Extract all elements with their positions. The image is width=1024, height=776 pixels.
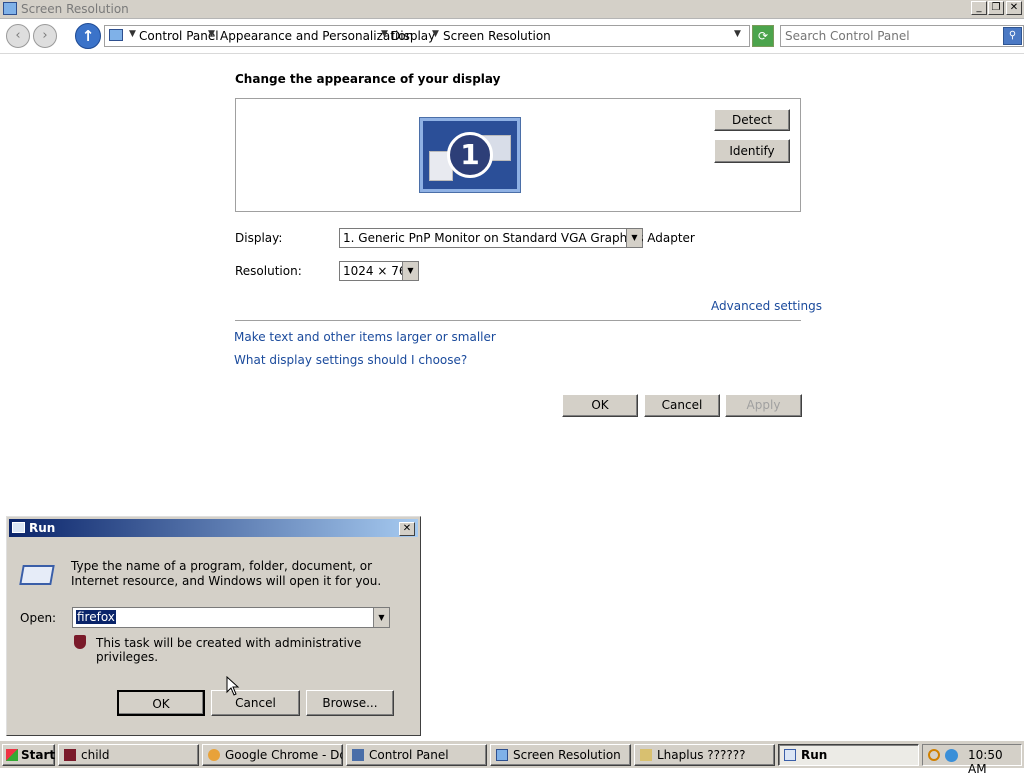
breadcrumb-control-panel[interactable]: Control Panel <box>139 29 219 43</box>
display-settings-icon <box>3 2 17 15</box>
search-input[interactable] <box>785 28 995 44</box>
app-icon <box>64 749 76 761</box>
ok-button[interactable]: OK <box>562 394 638 417</box>
close-icon[interactable]: ✕ <box>399 522 415 536</box>
up-arrow-icon[interactable]: ↑ <box>75 23 101 49</box>
display-settings-icon <box>496 749 508 761</box>
taskbar-item-chrome[interactable]: Google Chrome - Do... <box>202 744 343 766</box>
page-heading: Change the appearance of your display <box>235 72 501 86</box>
control-panel-icon <box>109 29 123 41</box>
display-select-value: 1. Generic PnP Monitor on Standard VGA G… <box>343 231 695 245</box>
run-program-icon <box>19 565 55 585</box>
run-dialog-title-bar[interactable]: Run ✕ <box>9 519 418 537</box>
navigation-bar: ‹ › ↑ ▼ Control Panel ▼ Appearance and P… <box>0 19 1024 54</box>
shield-icon <box>74 635 86 649</box>
breadcrumb-screen-resolution[interactable]: Screen Resolution <box>443 29 551 43</box>
back-button[interactable]: ‹ <box>6 24 30 48</box>
task-label: Google Chrome - Do... <box>225 748 342 762</box>
lhaplus-icon <box>640 749 652 761</box>
system-tray: 10:50 AM <box>922 744 1022 776</box>
run-icon <box>784 749 796 761</box>
start-label: Start <box>21 748 56 762</box>
breadcrumb-display[interactable]: Display <box>391 29 435 43</box>
breadcrumb-separator[interactable]: ▼ <box>208 29 215 39</box>
chevron-down-icon[interactable]: ▼ <box>373 608 389 627</box>
taskbar-item-screen-resolution[interactable]: Screen Resolution <box>490 744 631 766</box>
taskbar: Start child Google Chrome - Do... Contro… <box>0 740 1024 776</box>
browse-button[interactable]: Browse... <box>306 690 394 716</box>
task-label: Screen Resolution <box>513 748 621 762</box>
forward-button[interactable]: › <box>33 24 57 48</box>
monitor-number: 1 <box>447 132 493 178</box>
chevron-down-icon[interactable]: ▼ <box>626 229 642 247</box>
apply-button[interactable]: Apply <box>725 394 802 417</box>
open-label: Open: <box>20 611 57 625</box>
windows-logo-icon <box>6 749 18 761</box>
taskbar-item-child[interactable]: child <box>58 744 199 766</box>
monitor-screen: 1 <box>423 121 517 189</box>
window-title: Screen Resolution <box>21 2 129 16</box>
admin-privileges-note: This task will be created with administr… <box>96 636 362 664</box>
advanced-settings-link[interactable]: Advanced settings <box>711 299 822 313</box>
network-globe-icon[interactable] <box>945 749 958 762</box>
taskbar-item-run[interactable]: Run <box>778 744 919 766</box>
refresh-icon[interactable]: ⟳ <box>752 25 774 47</box>
cancel-button[interactable]: Cancel <box>644 394 720 417</box>
resolution-label: Resolution: <box>235 264 302 278</box>
run-ok-button[interactable]: OK <box>117 690 205 716</box>
task-label: child <box>81 748 110 762</box>
restore-button[interactable]: ❐ <box>988 1 1004 15</box>
display-help-link[interactable]: What display settings should I choose? <box>234 353 467 367</box>
display-label: Display: <box>235 231 283 245</box>
taskbar-item-control-panel[interactable]: Control Panel <box>346 744 487 766</box>
address-bar[interactable]: ▼ Control Panel ▼ Appearance and Persona… <box>104 25 750 47</box>
run-dialog: Run ✕ Type the name of a program, folder… <box>6 516 421 736</box>
chrome-icon <box>208 749 220 761</box>
detect-button[interactable]: Detect <box>714 109 790 131</box>
resolution-select[interactable]: 1024 × 768 ▼ <box>339 261 419 281</box>
run-dialog-title: Run <box>29 521 56 535</box>
divider <box>235 320 801 321</box>
task-label: Control Panel <box>369 748 449 762</box>
task-label: Lhaplus ?????? <box>657 748 746 762</box>
mouse-cursor-icon <box>226 676 240 696</box>
taskbar-item-lhaplus[interactable]: Lhaplus ?????? <box>634 744 775 766</box>
breadcrumb-separator[interactable]: ▼ <box>432 29 439 39</box>
chevron-down-icon[interactable]: ▼ <box>402 262 418 280</box>
task-label: Run <box>801 748 828 762</box>
search-box[interactable]: ⚲ <box>780 25 1024 47</box>
search-tray-icon[interactable] <box>928 749 940 761</box>
identify-button[interactable]: Identify <box>714 139 790 163</box>
address-history-dropdown[interactable]: ▼ <box>734 29 741 39</box>
run-icon <box>12 522 25 533</box>
minimize-button[interactable]: _ <box>971 1 987 15</box>
monitor-icon[interactable]: 1 <box>419 117 521 193</box>
control-panel-icon <box>352 749 364 761</box>
chevron-down-icon[interactable]: ▼ <box>129 29 136 39</box>
breadcrumb-separator[interactable]: ▼ <box>381 29 388 39</box>
close-button[interactable]: ✕ <box>1006 1 1022 15</box>
search-icon[interactable]: ⚲ <box>1003 27 1022 45</box>
run-cancel-button[interactable]: Cancel <box>211 690 300 716</box>
display-select[interactable]: 1. Generic PnP Monitor on Standard VGA G… <box>339 228 695 248</box>
clock[interactable]: 10:50 AM <box>968 748 1021 776</box>
open-input-value[interactable]: firefox <box>76 610 116 624</box>
text-size-link[interactable]: Make text and other items larger or smal… <box>234 330 496 344</box>
open-input[interactable]: firefox ▼ <box>72 607 390 628</box>
start-button[interactable]: Start <box>2 744 55 766</box>
run-description: Type the name of a program, folder, docu… <box>71 559 382 588</box>
window-title-bar: Screen Resolution _ ❐ ✕ <box>0 0 1024 19</box>
